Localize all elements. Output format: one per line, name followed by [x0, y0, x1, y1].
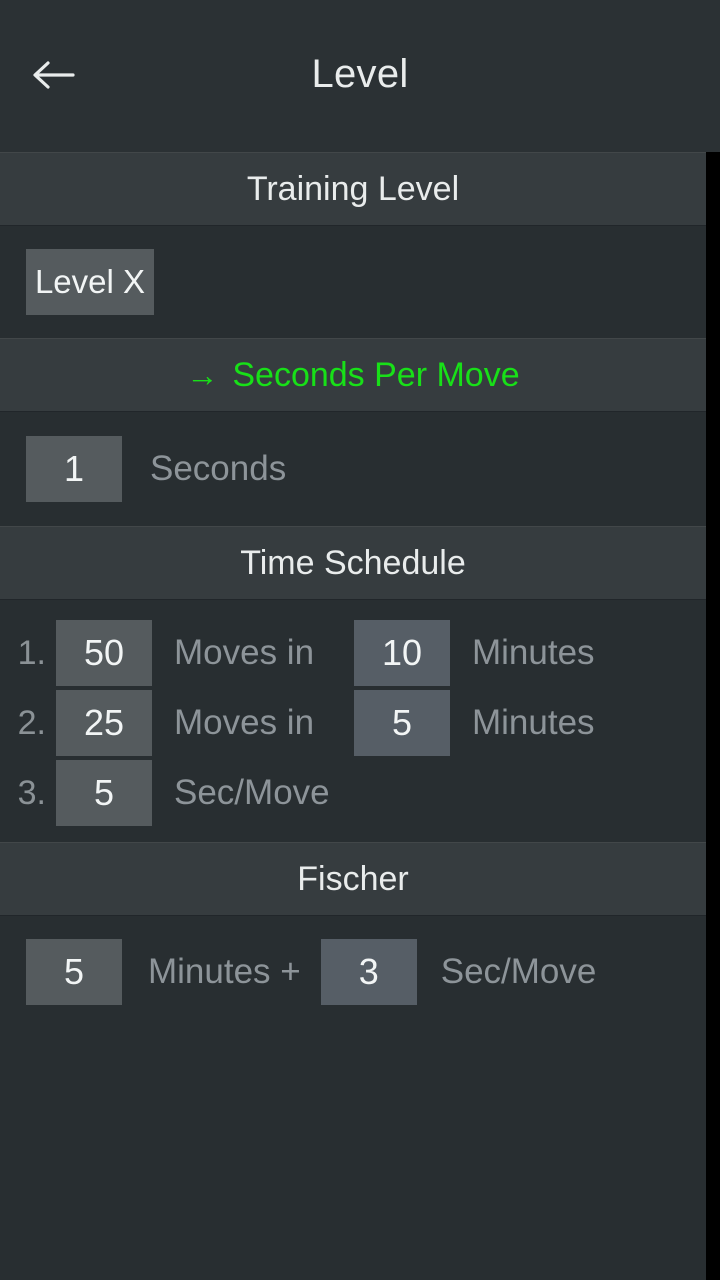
schedule-row-index: 3. [17, 773, 46, 812]
section-header-time-schedule-label: Time Schedule [240, 543, 466, 582]
schedule-moves-value[interactable]: 50 [56, 620, 152, 686]
arrow-left-icon [31, 58, 75, 92]
schedule-minutes-value[interactable]: 5 [354, 690, 450, 756]
section-header-time-schedule[interactable]: Time Schedule [0, 526, 706, 600]
schedule-minutes-label: Minutes [472, 633, 595, 672]
schedule-minutes-value[interactable]: 10 [354, 620, 450, 686]
schedule-row-index: 1. [17, 633, 46, 672]
section-header-fischer-label: Fischer [297, 859, 409, 898]
back-button[interactable] [26, 48, 80, 102]
schedule-row: 2. 25 Moves in 5 Minutes [0, 688, 706, 758]
section-header-seconds-per-move-label: Seconds Per Move [232, 355, 520, 394]
toolbar: Level [0, 0, 720, 152]
fischer-minutes-value[interactable]: 5 [26, 939, 122, 1005]
schedule-moves-label: Moves in [174, 633, 315, 672]
fischer-seconds-value[interactable]: 3 [320, 939, 417, 1005]
fischer-minutes-label: Minutes + [148, 952, 301, 991]
schedule-row: 3. 5 Sec/Move [0, 758, 706, 828]
seconds-per-move-label: Seconds [150, 449, 287, 488]
seconds-per-move-value[interactable]: 1 [26, 436, 122, 502]
schedule-minutes-label: Minutes [472, 703, 595, 742]
training-level-body: Level X [0, 226, 706, 338]
schedule-moves-label: Moves in [174, 703, 315, 742]
schedule-row-index: 2. [17, 703, 46, 742]
section-header-seconds-per-move[interactable]: → Seconds Per Move [0, 338, 706, 412]
fischer-seconds-label: Sec/Move [440, 952, 597, 991]
schedule-row: 1. 50 Moves in 10 Minutes [0, 618, 706, 688]
level-select-button[interactable]: Level X [26, 249, 154, 315]
app-screen: Level Training Level Level X → Seconds P… [0, 0, 720, 1280]
schedule-secmove-label: Sec/Move [174, 773, 330, 812]
section-header-fischer[interactable]: Fischer [0, 842, 706, 916]
settings-scroll-container[interactable]: Training Level Level X → Seconds Per Mov… [0, 152, 706, 1280]
section-header-training-level-label: Training Level [246, 169, 460, 208]
arrow-right-icon: → [186, 357, 219, 393]
schedule-secmove-value[interactable]: 5 [56, 760, 152, 826]
section-header-training-level[interactable]: Training Level [0, 152, 706, 226]
page-title: Level [311, 51, 409, 96]
seconds-per-move-body: 1 Seconds [0, 412, 706, 526]
fischer-body: 5 Minutes + 3 Sec/Move [0, 916, 706, 1028]
vertical-scrollbar[interactable] [706, 152, 720, 1280]
schedule-moves-value[interactable]: 25 [56, 690, 152, 756]
time-schedule-body: 1. 50 Moves in 10 Minutes 2. 25 Moves in… [0, 600, 706, 842]
